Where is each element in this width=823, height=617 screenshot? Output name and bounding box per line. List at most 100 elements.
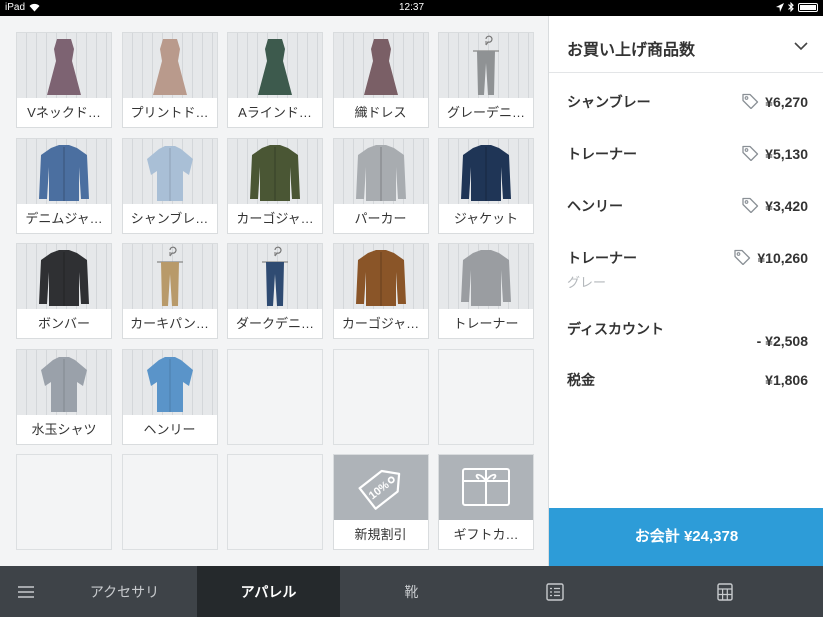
jacket-icon xyxy=(17,138,111,204)
tile-label: 新規割引 xyxy=(354,527,407,542)
cart-header[interactable]: お買い上げ商品数 xyxy=(549,16,823,73)
product-tile[interactable]: Aラインド… xyxy=(227,32,323,128)
cart-line-item[interactable]: シャンブレー ¥6,270 xyxy=(549,92,823,122)
special-tile[interactable]: 10% 新規割引 xyxy=(332,454,429,550)
product-tile[interactable]: カーゴジャ… xyxy=(332,243,429,339)
empty-tile[interactable] xyxy=(16,454,112,550)
tile-label: パーカー xyxy=(354,210,407,226)
tile-label: カーゴジャ… xyxy=(341,316,420,331)
item-price: - ¥2,508 xyxy=(756,333,808,349)
item-name: シャンブレー xyxy=(567,94,651,110)
cart-line-item[interactable]: ディスカウント - ¥2,508 xyxy=(549,319,823,349)
tab-label: アパレル xyxy=(240,583,297,600)
product-tile[interactable]: カーキパン… xyxy=(121,243,218,339)
category-tab-bar: アクセサリ アパレル 靴 xyxy=(0,566,823,617)
product-tile[interactable]: ダークデニ… xyxy=(227,243,323,339)
product-tile[interactable]: Vネックド… xyxy=(16,32,112,128)
tile-label: トレーナー xyxy=(453,316,519,331)
cart-title: お買い上げ商品数 xyxy=(567,42,696,59)
shirt-icon xyxy=(122,349,217,415)
cart-line-item[interactable]: トレーナー グレー ¥10,260 xyxy=(549,248,823,294)
tile-label: ヘンリー xyxy=(143,421,196,437)
dress-icon xyxy=(17,33,111,98)
dress-icon xyxy=(228,33,322,98)
tile-label: プリントド… xyxy=(130,105,209,120)
dress-icon xyxy=(122,33,217,98)
tile-label: 水玉シャツ xyxy=(31,421,97,437)
tab-list[interactable] xyxy=(483,566,626,617)
tile-label: ダークデニ… xyxy=(235,316,314,331)
tile-label: ギフトカ… xyxy=(453,527,519,542)
jacket-icon xyxy=(333,244,428,309)
item-name: ヘンリー xyxy=(567,198,623,214)
tile-label: デニムジャ… xyxy=(25,210,103,226)
product-tile[interactable]: トレーナー xyxy=(438,243,534,339)
tile-label: Vネックド… xyxy=(27,105,101,120)
tile-label: シャンブレ… xyxy=(130,210,209,226)
calculator-icon xyxy=(716,582,733,601)
tab-label: アクセサリ xyxy=(89,583,160,600)
item-name: トレーナー xyxy=(567,250,637,266)
cart-line-item[interactable]: トレーナー ¥5,130 xyxy=(549,144,823,174)
item-price: ¥5,130 xyxy=(765,146,808,162)
product-tile[interactable]: ヘンリー xyxy=(121,348,218,445)
product-tile[interactable]: ボンバー xyxy=(16,243,112,339)
product-tile[interactable]: カーゴジャ… xyxy=(227,137,323,234)
pants-on-hanger-icon xyxy=(228,244,322,309)
checkout-button[interactable]: お会計 ¥24,378 xyxy=(549,508,823,566)
battery-icon xyxy=(798,2,818,12)
tab-menu[interactable] xyxy=(0,566,52,617)
product-tile[interactable]: 織ドレス xyxy=(332,32,429,128)
jacket-icon xyxy=(17,244,111,309)
tab-category[interactable]: アパレル xyxy=(197,566,340,617)
tab-category[interactable]: アクセサリ xyxy=(52,566,197,617)
jacket-icon xyxy=(439,138,533,204)
pants-on-hanger-icon xyxy=(439,33,533,98)
gift-card-icon xyxy=(439,455,533,520)
product-tile[interactable]: シャンブレ… xyxy=(121,137,218,234)
tile-label: Aラインド… xyxy=(238,105,312,120)
clock: 12:37 xyxy=(398,2,425,13)
empty-tile[interactable] xyxy=(227,454,323,550)
cart-panel: お買い上げ商品数 シャンブレー ¥6,270 トレーナー ¥5,130 ヘンリー ¥3,4… xyxy=(548,16,823,566)
tab-calculator[interactable] xyxy=(626,566,823,617)
product-tile[interactable]: パーカー xyxy=(332,137,429,234)
product-tile[interactable]: 水玉シャツ xyxy=(16,348,112,445)
status-right xyxy=(776,2,818,12)
product-tile[interactable]: ジャケット xyxy=(438,137,534,234)
item-name: トレーナー xyxy=(567,146,637,162)
product-tile[interactable]: デニムジャ… xyxy=(16,137,112,234)
product-tile[interactable]: グレーデニ… xyxy=(438,32,534,128)
dress-icon xyxy=(333,33,428,98)
tile-label: グレーデニ… xyxy=(446,105,525,120)
menu-icon xyxy=(18,585,34,598)
status-bar: iPad 12:37 xyxy=(0,0,823,16)
list-icon xyxy=(545,582,564,601)
tag-icon[interactable] xyxy=(741,197,759,218)
tab-category[interactable]: 靴 xyxy=(340,566,483,617)
chevron-down-icon[interactable] xyxy=(794,38,808,56)
pants-on-hanger-icon xyxy=(122,244,217,309)
tag-icon[interactable] xyxy=(741,93,759,114)
sweater-icon xyxy=(439,244,533,309)
item-price: ¥3,420 xyxy=(765,198,808,214)
discount-tag-icon: 10% xyxy=(333,455,428,520)
empty-tile[interactable] xyxy=(332,348,429,445)
product-grid: Vネックド… プリントド… Aラインド… 織ドレス グレーデニ… デニムジャ… シャンブレ…… xyxy=(0,16,548,566)
cart-line-item[interactable]: 税金 ¥1,806 xyxy=(549,370,823,400)
bluetooth-icon xyxy=(788,2,794,12)
tag-icon[interactable] xyxy=(741,145,759,166)
item-price: ¥6,270 xyxy=(765,94,808,110)
tile-label: ボンバー xyxy=(37,316,90,331)
cart-line-item[interactable]: ヘンリー ¥3,420 xyxy=(549,196,823,226)
product-tile[interactable]: プリントド… xyxy=(121,32,218,128)
special-tile[interactable]: ギフトカ… xyxy=(438,454,534,550)
tag-icon[interactable] xyxy=(733,249,751,270)
empty-tile[interactable] xyxy=(227,348,323,445)
empty-tile[interactable] xyxy=(438,348,534,445)
tile-label: カーゴジャ… xyxy=(236,210,314,226)
jacket-icon xyxy=(228,138,322,204)
shirt-icon xyxy=(17,349,111,415)
item-variant: グレー xyxy=(567,275,607,290)
empty-tile[interactable] xyxy=(121,454,218,550)
